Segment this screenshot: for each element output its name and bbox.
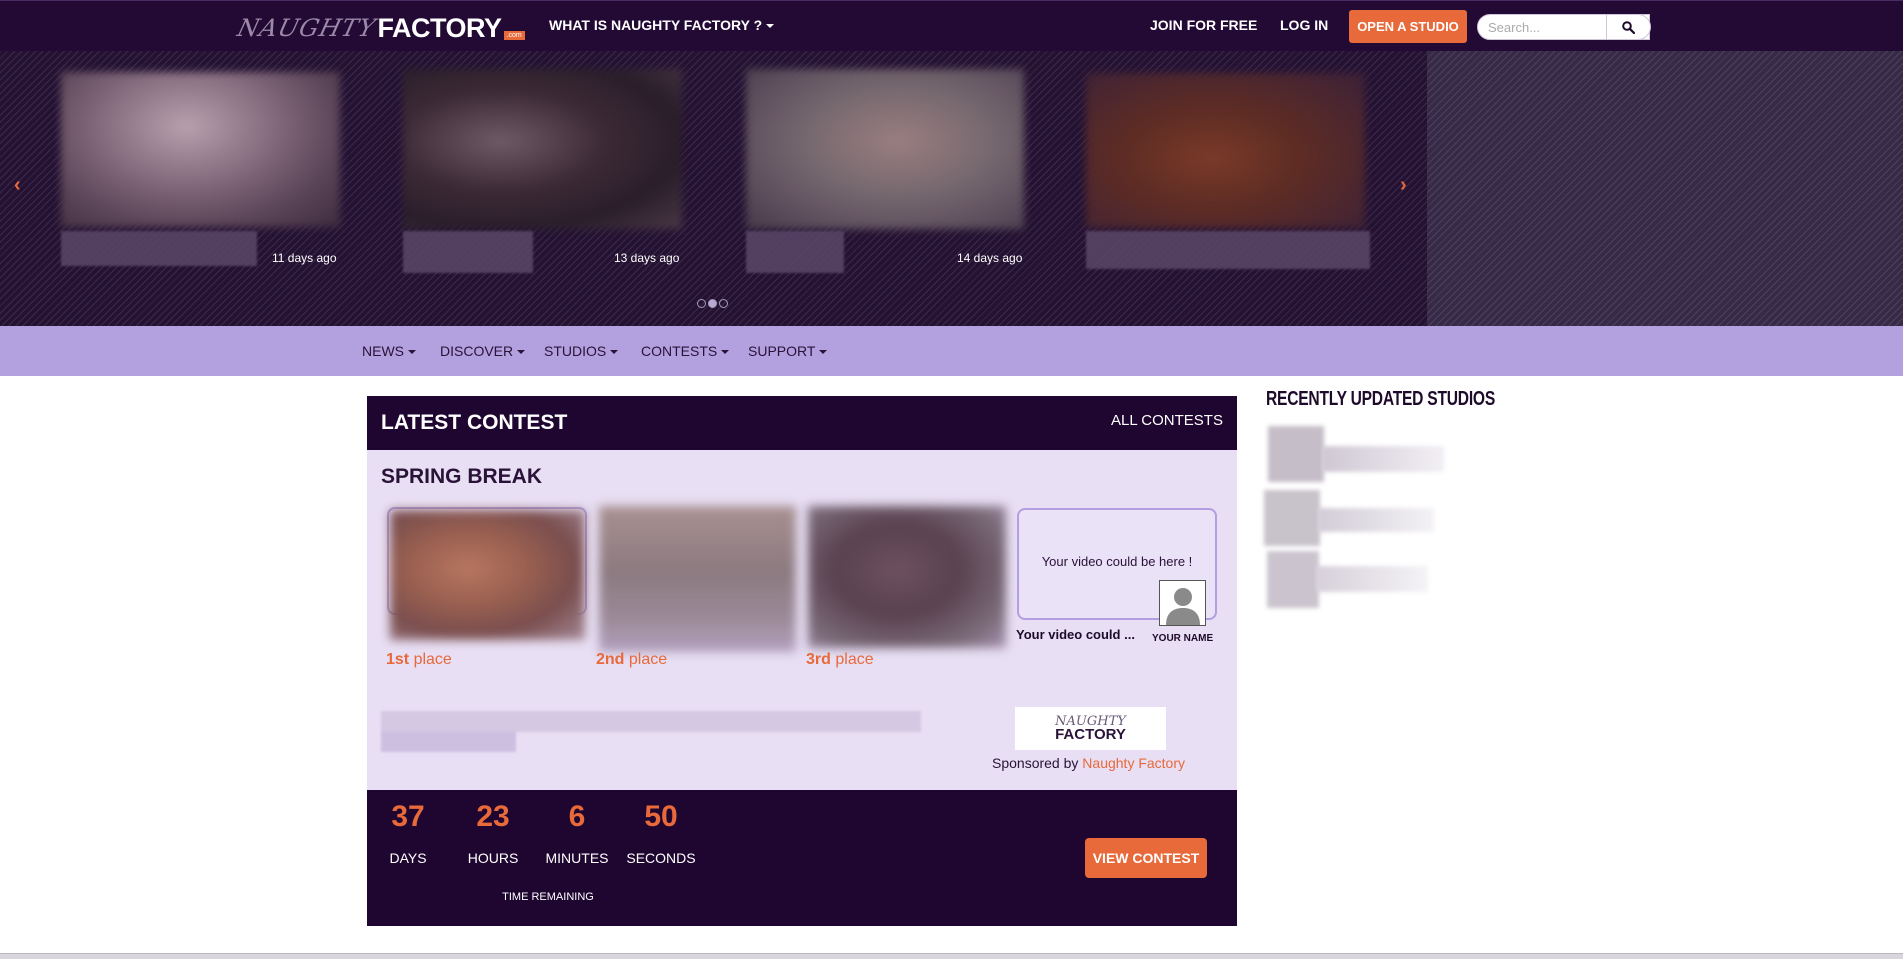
subnav-studios[interactable]: STUDIOS xyxy=(544,343,619,359)
studio-list-item[interactable] xyxy=(1267,551,1319,608)
entry-thumbnail[interactable] xyxy=(808,506,1006,648)
carousel-prev-arrow[interactable]: ‹ xyxy=(14,174,21,197)
carousel-dot[interactable] xyxy=(697,299,706,308)
contest-description-blur xyxy=(381,711,921,732)
entry-thumbnail[interactable] xyxy=(599,506,796,652)
contest-description-blur xyxy=(381,731,516,752)
contest-name: SPRING BREAK xyxy=(381,465,543,488)
join-link[interactable]: JOIN FOR FREE xyxy=(1150,17,1257,33)
countdown-minutes-label: MINUTES xyxy=(545,850,609,866)
studio-list-item-name xyxy=(1318,508,1434,532)
bottom-bar xyxy=(0,953,1903,959)
caret-down-icon xyxy=(721,350,730,355)
countdown-minutes: 6 xyxy=(568,800,586,833)
carousel-side-panel xyxy=(1427,51,1903,326)
subnav-discover[interactable]: DISCOVER xyxy=(440,343,526,359)
site-logo[interactable]: NAUGHTY FACTORY .com xyxy=(234,12,525,43)
studio-list-item[interactable] xyxy=(1264,490,1320,546)
place-first-word: place xyxy=(413,651,452,668)
studio-list-item-name xyxy=(1322,446,1444,472)
subnav-discover-label: DISCOVER xyxy=(440,343,514,359)
carousel-dot[interactable] xyxy=(719,299,728,308)
logo-naughty-text: NAUGHTY xyxy=(234,14,380,42)
sponsor-logo[interactable]: NAUGHTY FACTORY xyxy=(1015,707,1166,750)
place-second-num: 2nd xyxy=(596,651,625,668)
caret-down-icon xyxy=(766,24,775,29)
countdown-seconds: 50 xyxy=(644,800,678,833)
sponsored-by-prefix: Sponsored by xyxy=(992,755,1079,771)
carousel-dots xyxy=(697,299,728,308)
subnav-support-label: SUPPORT xyxy=(748,343,816,359)
slide-thumbnail xyxy=(1086,73,1365,228)
carousel-next-arrow[interactable]: › xyxy=(1400,174,1407,197)
user-silhouette-icon xyxy=(1165,588,1200,625)
slide-thumbnail xyxy=(746,69,1024,229)
place-second-word: place xyxy=(628,651,668,668)
subnav-news[interactable]: NEWS xyxy=(362,343,416,359)
your-name-label: YOUR NAME xyxy=(1152,633,1214,644)
placeholder-title: Your video could ... xyxy=(1016,627,1135,642)
subnav-contests-label: CONTESTS xyxy=(641,343,718,359)
slide-thumbnail xyxy=(403,69,682,229)
open-studio-button[interactable]: OPEN A STUDIO xyxy=(1349,10,1467,43)
sponsored-by: Sponsored by Naughty Factory xyxy=(992,755,1185,771)
logo-factory-text: FACTORY xyxy=(377,13,503,43)
recent-studios-title: RECENTLY UPDATED STUDIOS xyxy=(1266,388,1496,410)
place-third-word: place xyxy=(835,651,874,668)
time-remaining-caption: TIME REMAINING xyxy=(502,891,594,903)
studio-list-item[interactable] xyxy=(1268,426,1324,482)
countdown-days-label: DAYS xyxy=(389,850,427,866)
place-first: 1st place xyxy=(386,651,452,669)
countdown-days: 37 xyxy=(391,800,425,833)
view-contest-button[interactable]: VIEW CONTEST xyxy=(1085,838,1207,878)
slide-title-blur xyxy=(746,231,844,273)
place-third: 3rd place xyxy=(806,651,874,669)
slide-date: 11 days ago xyxy=(272,251,337,265)
place-second: 2nd place xyxy=(596,651,667,669)
slide-date: 14 days ago xyxy=(957,251,1023,265)
entry-thumbnail[interactable] xyxy=(390,510,585,640)
subnav-contests[interactable]: CONTESTS xyxy=(641,343,730,359)
caret-down-icon xyxy=(517,350,526,355)
studio-list-item-name xyxy=(1316,566,1428,592)
search-icon xyxy=(1622,20,1635,34)
logo-com-badge: .com xyxy=(503,31,525,40)
caret-down-icon xyxy=(408,350,416,355)
slide-title-blur xyxy=(61,231,257,266)
subnav-studios-label: STUDIOS xyxy=(544,343,607,359)
slide-date: 13 days ago xyxy=(614,251,680,265)
login-link[interactable]: LOG IN xyxy=(1280,17,1328,33)
subnav-support[interactable]: SUPPORT xyxy=(748,343,828,359)
subnav-news-label: NEWS xyxy=(362,343,404,359)
carousel-dot-active[interactable] xyxy=(708,299,717,308)
search-button[interactable] xyxy=(1606,14,1651,40)
countdown-hours: 23 xyxy=(476,800,510,833)
slide-title-blur xyxy=(403,231,533,273)
place-first-num: 1st xyxy=(386,651,410,668)
all-contests-link[interactable]: ALL CONTESTS xyxy=(1111,412,1223,429)
contest-heading: LATEST CONTEST xyxy=(381,411,568,434)
sponsor-link[interactable]: Naughty Factory xyxy=(1082,755,1185,771)
countdown-seconds-label: SECONDS xyxy=(626,850,696,866)
avatar xyxy=(1159,580,1206,626)
slide-thumbnail xyxy=(61,72,340,227)
slide-title-blur xyxy=(1086,231,1370,269)
what-is-label: WHAT IS NAUGHTY FACTORY ? xyxy=(549,17,763,33)
caret-down-icon xyxy=(610,350,619,355)
placeholder-text: Your video could be here ! xyxy=(1041,554,1193,569)
countdown-hours-label: HOURS xyxy=(467,850,519,866)
place-third-num: 3rd xyxy=(806,651,831,668)
sponsor-logo-factory: FACTORY xyxy=(1055,725,1126,743)
caret-down-icon xyxy=(819,350,828,355)
secondary-nav xyxy=(0,326,1903,376)
what-is-dropdown[interactable]: WHAT IS NAUGHTY FACTORY ? xyxy=(549,17,775,33)
